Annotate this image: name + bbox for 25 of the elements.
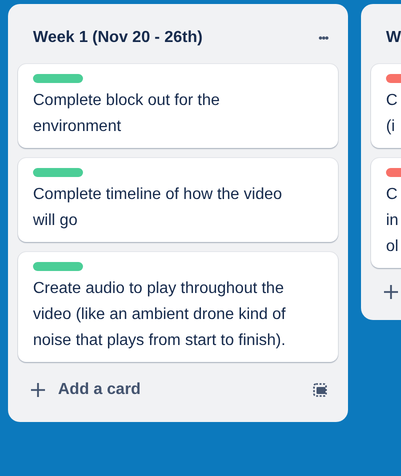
more-menu-button[interactable]: ••• bbox=[318, 29, 328, 47]
task-card[interactable]: Complete block out for the environment bbox=[18, 64, 338, 148]
task-card[interactable]: C (i bbox=[371, 64, 401, 148]
card-text: ol bbox=[386, 237, 400, 257]
task-card[interactable]: C in ol bbox=[371, 158, 401, 268]
add-card-button[interactable] bbox=[383, 284, 399, 300]
card-text: Complete timeline of how the video bbox=[33, 185, 284, 205]
list-title: Week 1 (Nov 20 - 26th) bbox=[33, 28, 203, 48]
card-text: environment bbox=[33, 117, 122, 137]
card-text: noise that plays from start to finish). bbox=[33, 331, 287, 351]
task-card[interactable]: Create audio to play throughout the video (like an ambient drone kind of noise that plays from start to finish). bbox=[18, 252, 338, 362]
plus-icon bbox=[383, 284, 399, 300]
template-icon[interactable] bbox=[312, 382, 328, 398]
card-text: in bbox=[386, 211, 400, 231]
list-title: W bbox=[386, 28, 401, 48]
card-text: (i bbox=[386, 117, 396, 137]
card-text: video (like an ambient drone kind of bbox=[33, 305, 287, 325]
card-text: Create audio to play throughout the bbox=[33, 279, 285, 299]
card-text: C bbox=[386, 91, 399, 111]
card-text: Complete block out for the bbox=[33, 91, 221, 111]
card-text: will go bbox=[33, 211, 78, 231]
task-card[interactable]: Complete timeline of how the video will go bbox=[18, 158, 338, 242]
plus-icon bbox=[30, 382, 46, 398]
card-text: C bbox=[386, 185, 399, 205]
add-card-button[interactable]: Add a card bbox=[30, 378, 141, 402]
